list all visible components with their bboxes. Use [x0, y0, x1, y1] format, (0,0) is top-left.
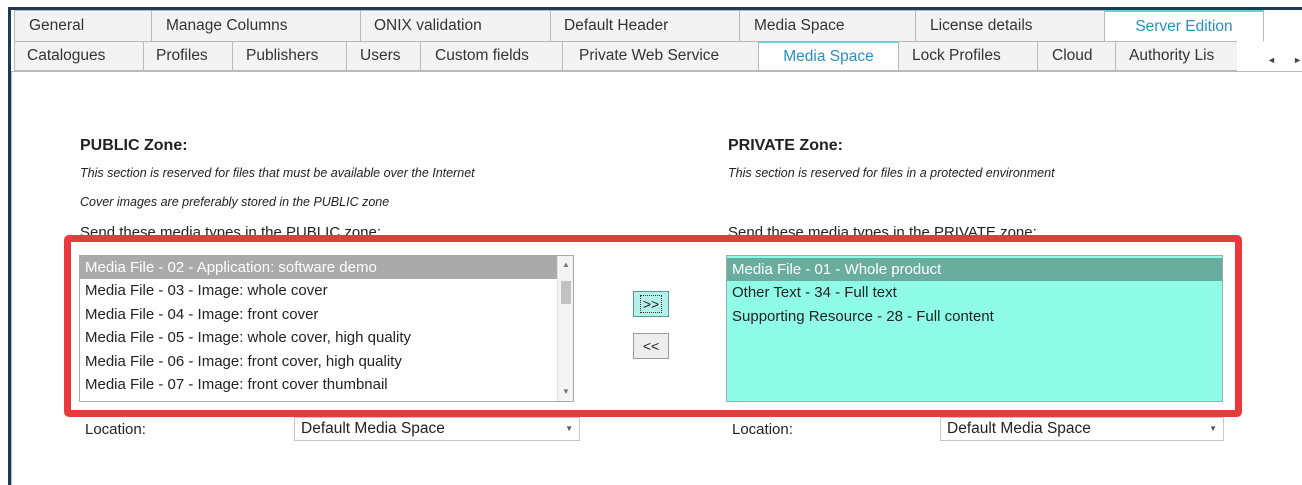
tab-lock-profiles[interactable]: Lock Profiles — [898, 41, 1037, 71]
tab-scroll-left-icon[interactable]: ◄ — [1267, 55, 1276, 65]
annotation-highlight-box — [64, 235, 1242, 417]
chevron-down-icon: ▼ — [565, 424, 573, 433]
tab-row-top: General Manage Columns ONIX validation D… — [14, 10, 1264, 41]
public-zone-cover-note: Cover images are preferably stored in th… — [80, 195, 390, 209]
public-location-select[interactable]: Default Media Space ▼ — [294, 417, 580, 441]
tab-default-header[interactable]: Default Header — [550, 10, 739, 41]
tab-media-space-top[interactable]: Media Space — [739, 10, 915, 41]
tab-media-space[interactable]: Media Space — [758, 41, 898, 71]
public-zone-description: This section is reserved for files that … — [80, 166, 475, 180]
private-location-value: Default Media Space — [947, 420, 1091, 437]
private-zone-description: This section is reserved for files in a … — [728, 166, 1055, 180]
tab-license-details[interactable]: License details — [915, 10, 1104, 41]
tab-profiles[interactable]: Profiles — [143, 41, 232, 71]
tab-general[interactable]: General — [14, 10, 151, 41]
private-location-label: Location: — [732, 421, 793, 438]
private-location-select[interactable]: Default Media Space ▼ — [940, 417, 1224, 441]
tab-catalogues[interactable]: Catalogues — [14, 41, 143, 71]
chevron-down-icon: ▼ — [1209, 424, 1217, 433]
tab-publishers[interactable]: Publishers — [232, 41, 346, 71]
public-zone-title: PUBLIC Zone: — [80, 137, 188, 154]
tab-row-bottom: Catalogues Profiles Publishers Users Cus… — [14, 41, 1237, 71]
tab-onix-validation[interactable]: ONIX validation — [360, 10, 550, 41]
public-location-value: Default Media Space — [301, 420, 445, 437]
tab-authority-list[interactable]: Authority Lis — [1115, 41, 1237, 71]
tab-server-edition[interactable]: Server Edition — [1104, 10, 1264, 41]
tab-private-web-service[interactable]: Private Web Service — [562, 41, 758, 71]
tab-scroll-controls: ◄ ► — [1267, 52, 1302, 68]
public-location-label: Location: — [85, 421, 146, 438]
tab-custom-fields[interactable]: Custom fields — [420, 41, 562, 71]
private-zone-title: PRIVATE Zone: — [728, 137, 843, 154]
tab-manage-columns[interactable]: Manage Columns — [151, 10, 360, 41]
tab-scroll-right-icon[interactable]: ► — [1293, 55, 1302, 65]
tab-users[interactable]: Users — [346, 41, 420, 71]
tab-cloud[interactable]: Cloud — [1037, 41, 1115, 71]
